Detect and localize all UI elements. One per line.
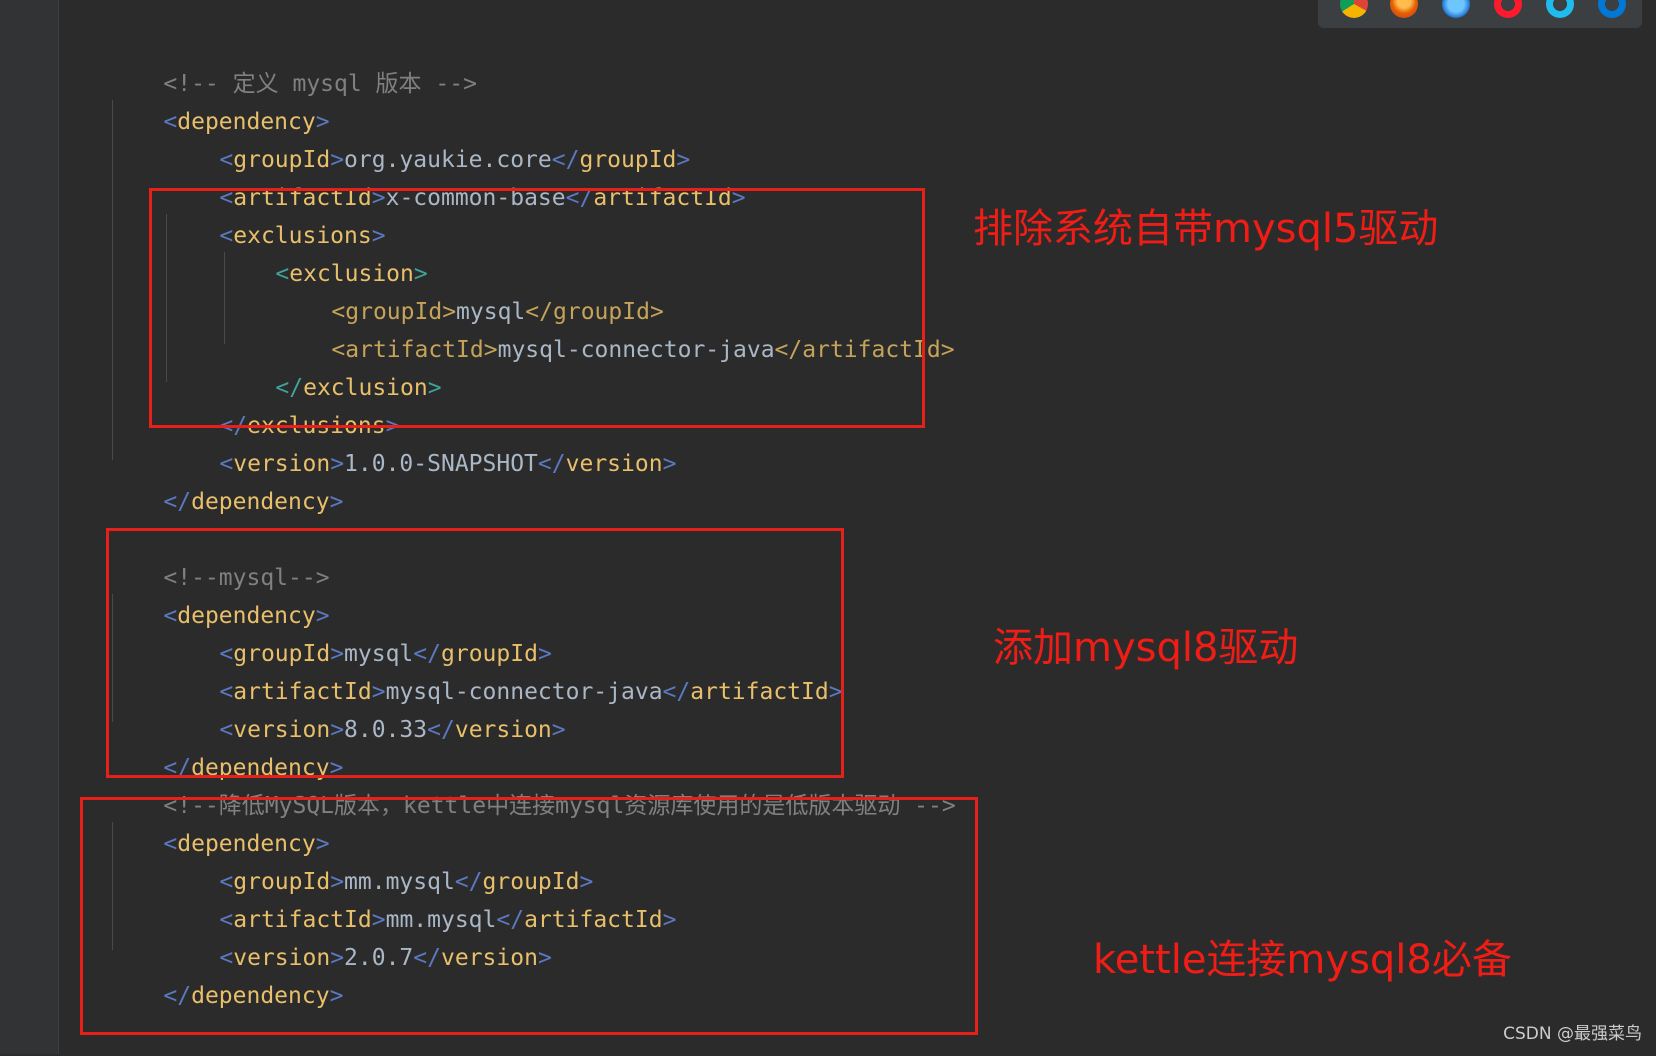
gutter-divider <box>58 0 59 1054</box>
watermark: CSDN @最强菜鸟 <box>1503 1024 1642 1044</box>
chrome-icon[interactable] <box>1340 0 1368 18</box>
safari-icon[interactable] <box>1442 0 1470 18</box>
code-line-artifactid: <artifactId>x-common-base</artifactId> <box>219 185 746 211</box>
ie-icon[interactable] <box>1546 0 1574 18</box>
code-line-close-dependency: </dependency> <box>163 489 344 515</box>
editor-gutter <box>0 0 58 1054</box>
highlight-box-exclusions <box>149 188 925 428</box>
highlight-box-mysql8 <box>106 528 844 778</box>
tag-name: version <box>565 451 663 477</box>
code-line-groupid: <groupId>org.yaukie.core</groupId> <box>219 147 691 173</box>
code-line-comment: <!-- 定义 mysql 版本 --> <box>108 24 477 97</box>
firefox-icon[interactable] <box>1390 0 1418 18</box>
opera-icon[interactable] <box>1494 0 1522 18</box>
tag-name: dependency <box>191 489 330 515</box>
edge-icon[interactable] <box>1598 0 1626 18</box>
browser-icons-bar <box>1318 0 1642 28</box>
annotation-add-mysql8: 添加mysql8驱动 <box>993 625 1299 671</box>
annotation-kettle-required: kettle连接mysql8必备 <box>1093 937 1512 983</box>
tag-value: 1.0.0-SNAPSHOT <box>344 451 538 477</box>
code-line-open-dependency: <dependency> <box>163 109 330 135</box>
annotation-exclude-mysql5: 排除系统自带mysql5驱动 <box>973 206 1439 252</box>
highlight-box-kettle <box>80 797 978 1035</box>
